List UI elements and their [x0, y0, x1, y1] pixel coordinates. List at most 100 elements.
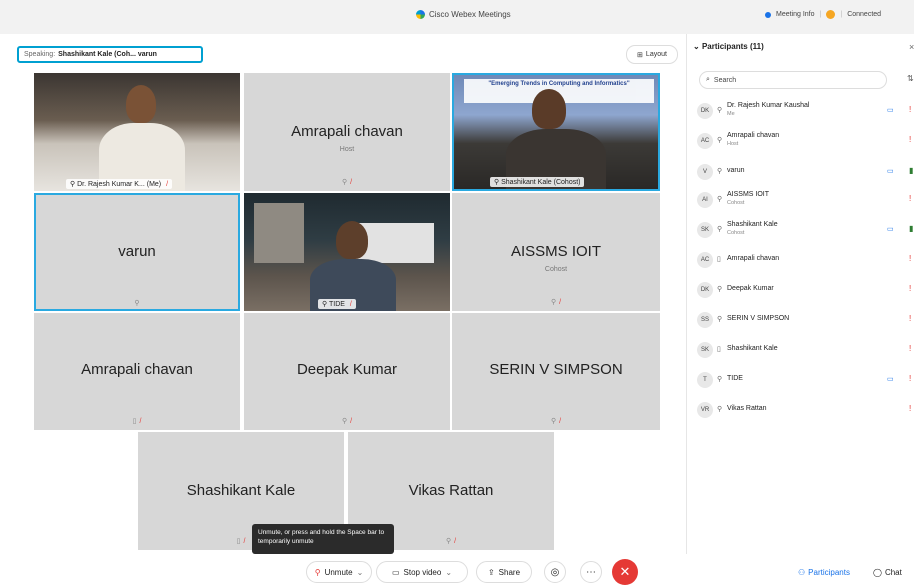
participant-row-name: TIDE — [727, 375, 743, 382]
participant-row[interactable]: DK ⚲ Deepak Kumar ! — [697, 279, 913, 301]
participant-row[interactable]: VR ⚲ Vikas Rattan ! — [697, 399, 913, 421]
close-icon: ✕ — [619, 564, 631, 579]
video-tile-active-speaker[interactable]: "Emerging Trends in Computing and Inform… — [452, 73, 660, 191]
layout-button[interactable]: ⊞ Layout — [626, 45, 678, 64]
tile-status-icons: ⚲ / — [452, 298, 660, 306]
participant-row-role: Cohost — [727, 230, 745, 236]
participant-row-name: Amrapali chavan — [727, 132, 780, 139]
participants-title-text: Participants (11) — [701, 42, 764, 51]
tile-status-icons: ⚲ / — [244, 178, 450, 186]
video-tile-self[interactable]: ⚲ Dr. Rajesh Kumar K... (Me) / — [34, 73, 240, 191]
meeting-status-area: Meeting Info | | Connected — [765, 10, 881, 19]
participant-tile[interactable]: Amrapali chavan ▯ / — [34, 313, 240, 430]
participant-row-name: Dr. Rajesh Kumar Kaushal — [727, 102, 810, 109]
people-icon: ⚇ — [798, 567, 806, 577]
video-name: TIDE — [328, 301, 345, 308]
video-on-icon: ▭ — [887, 376, 894, 383]
muted-icon: ! — [909, 404, 912, 413]
share-button[interactable]: ⇪ Share — [476, 561, 532, 583]
more-options-button[interactable]: ⋯ — [580, 561, 602, 583]
muted-icon: ! — [909, 194, 912, 203]
connection-status-icon — [826, 10, 836, 19]
participant-name: Amrapali chavan — [81, 361, 193, 378]
chevron-down-icon: ⌄ — [693, 42, 702, 51]
participant-tile[interactable]: Amrapali chavan Host ⚲ / — [244, 73, 450, 191]
sort-icon[interactable]: ⇅ — [907, 74, 914, 83]
unmute-tooltip: Unmute, or press and hold the Space bar … — [252, 524, 394, 554]
meeting-info-link[interactable]: Meeting Info — [776, 11, 815, 18]
video-tag: (Me) — [146, 181, 162, 188]
participant-tile[interactable]: SERIN V SIMPSON ⚲ / — [452, 313, 660, 430]
muted-mic-icon: ⚲ — [314, 567, 321, 577]
participant-row-name: SERIN V SIMPSON — [727, 315, 790, 322]
participant-video-face — [532, 89, 566, 129]
participant-row[interactable]: SK ⚲ Shashikant Kale Cohost ▭ ▮ — [697, 219, 913, 241]
phone-icon: ▯ — [717, 256, 721, 263]
participants-panel-title[interactable]: ⌄ Participants (11) — [693, 42, 764, 51]
window-title: Cisco Webex Meetings — [416, 10, 511, 19]
avatar: DK — [697, 103, 713, 119]
avatar: SK — [697, 342, 713, 358]
avatar: SS — [697, 312, 713, 328]
speaking-indicator: Speaking: Shashikant Kale (Coh... varun — [17, 46, 203, 63]
participants-button[interactable]: ⚇ Participants — [798, 562, 850, 582]
participant-row[interactable]: SK ▯ Shashikant Kale ! — [697, 339, 913, 361]
participant-row[interactable]: SS ⚲ SERIN V SIMPSON ! — [697, 309, 913, 331]
mic-icon: ⚲ — [717, 406, 723, 413]
speaking-icon: ▮ — [909, 224, 914, 233]
avatar: SK — [697, 222, 713, 238]
avatar: AI — [697, 192, 713, 208]
participant-tile[interactable]: Deepak Kumar ⚲ / — [244, 313, 450, 430]
video-tile[interactable]: ⚲ TIDE / — [244, 193, 450, 311]
participant-tile[interactable]: AISSMS IOIT Cohost ⚲ / — [452, 193, 660, 311]
leave-meeting-button[interactable]: ✕ — [612, 559, 638, 585]
background-poster — [254, 203, 304, 263]
participant-row[interactable]: T ⚲ TIDE ▭ ! — [697, 369, 913, 391]
participant-search-input[interactable]: ⌕ Search — [699, 71, 887, 89]
divider: | — [819, 11, 822, 18]
participant-row[interactable]: AC ⚲ Amrapali chavan Host ! — [697, 130, 913, 152]
muted-icon: ! — [909, 284, 912, 293]
participant-row[interactable]: AC ▯ Amrapali chavan ! — [697, 249, 913, 271]
mic-icon: ⚲ — [717, 376, 723, 383]
participant-tile[interactable]: varun ⚲ — [34, 193, 240, 311]
stop-video-button[interactable]: ▭ Stop video ⌄ — [376, 561, 468, 583]
record-icon: ◎ — [550, 566, 560, 578]
participants-button-label: Participants — [808, 567, 850, 577]
participant-row[interactable]: AI ⚲ AISSMS IOIT Cohost ! — [697, 189, 913, 211]
participant-video-face — [336, 221, 368, 259]
participant-row-name: Shashikant Kale — [727, 345, 778, 352]
grid-icon: ⊞ — [637, 51, 643, 59]
avatar: V — [697, 164, 713, 180]
muted-icon: / — [349, 301, 352, 308]
unmute-label: Unmute — [324, 567, 353, 577]
muted-icon: / — [139, 418, 142, 425]
share-icon: ⇪ — [487, 567, 495, 577]
camera-icon: ▭ — [391, 567, 400, 577]
participant-name: AISSMS IOIT — [510, 243, 601, 260]
mic-icon: ⚲ — [717, 107, 723, 114]
participant-row-name: Vikas Rattan — [727, 405, 767, 412]
mic-icon: ⚲ — [717, 168, 723, 175]
chevron-down-icon: ⌄ — [356, 567, 364, 577]
video-on-icon: ▭ — [887, 168, 894, 175]
video-name-label: ⚲ Shashikant Kale (Cohost) — [490, 177, 585, 187]
participant-row[interactable]: V ⚲ varun ▭ ▮ — [697, 161, 913, 183]
video-on-icon: ▭ — [887, 107, 894, 114]
muted-icon: / — [559, 299, 562, 306]
search-icon: ⌕ — [706, 76, 710, 83]
participant-row-role: Cohost — [727, 200, 745, 206]
unmute-button[interactable]: ⚲ Unmute ⌄ — [306, 561, 372, 583]
muted-icon: ! — [909, 135, 912, 144]
phone-icon: ▯ — [717, 346, 721, 353]
muted-icon: ! — [909, 314, 912, 323]
chat-button[interactable]: ◯ Chat — [873, 562, 902, 582]
participant-row[interactable]: DK ⚲ Dr. Rajesh Kumar Kaushal Me ▭ ! — [697, 100, 913, 122]
participant-name: Deepak Kumar — [296, 361, 398, 378]
close-panel-button[interactable]: × — [909, 42, 914, 52]
mic-icon: ⚲ — [717, 137, 723, 144]
record-button[interactable]: ◎ — [544, 561, 566, 583]
video-tag: (Cohost) — [553, 179, 581, 186]
muted-icon: / — [454, 538, 457, 545]
chevron-down-icon: ⌄ — [445, 567, 453, 577]
